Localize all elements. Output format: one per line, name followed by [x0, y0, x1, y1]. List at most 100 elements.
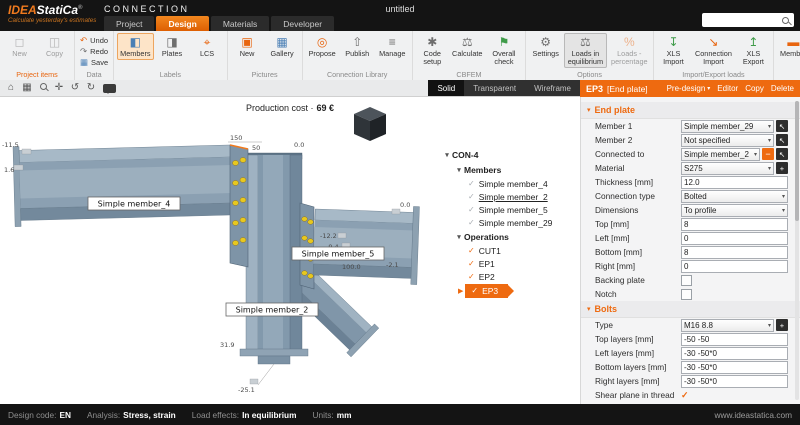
expander-icon[interactable]: ▾ — [454, 166, 464, 174]
member-label-4[interactable]: Simple member_4 — [88, 197, 180, 210]
new-member-button[interactable]: ▬ Member — [777, 33, 800, 60]
mode-solid[interactable]: Solid — [428, 80, 464, 96]
home-view-icon[interactable]: ⌂ — [3, 80, 19, 96]
mode-transparent[interactable]: Transparent — [464, 80, 525, 96]
connected-to-dropdown[interactable]: Simple member_2▾ — [681, 148, 760, 161]
copy-operation-button[interactable]: Copy — [745, 84, 764, 93]
member-label-5[interactable]: Simple member_5 — [292, 247, 384, 260]
bolt-type-dropdown[interactable]: M16 8.8▾ — [681, 319, 774, 332]
section-title: End plate — [595, 105, 636, 115]
xls-export-button[interactable]: ↥ XLS Export — [737, 33, 770, 68]
member-1-pick-button[interactable]: ↖ — [776, 120, 788, 132]
scrollbar-thumb[interactable] — [795, 101, 799, 221]
tree-item-simple-member-4[interactable]: ✓ Simple member_4 — [430, 177, 580, 190]
tree-item-ep3-selected[interactable]: ▶ ✓ EP3 — [430, 283, 580, 298]
left-input[interactable]: 0 — [681, 232, 788, 245]
tab-materials[interactable]: Materials — [211, 16, 269, 31]
right-layers-input[interactable]: -30 -50*0 — [681, 375, 788, 388]
tree-root-con4[interactable]: ▾ CON-4 — [430, 147, 580, 162]
search-input[interactable] — [702, 15, 782, 25]
add-bolt-type-button[interactable]: + — [776, 319, 788, 331]
left-layers-input[interactable]: -30 -50*0 — [681, 347, 788, 360]
expander-icon[interactable]: ▾ — [442, 151, 452, 159]
save-button[interactable]: ▦ Save — [78, 57, 110, 67]
tree-item-simple-member-2[interactable]: ✓ Simple member_2 — [430, 190, 580, 203]
tree-item-simple-member-5[interactable]: ✓ Simple member_5 — [430, 203, 580, 216]
viewport-3d[interactable]: -11.5 1.6 150 50 0.0 0.0 -12.2 -9.4 100.… — [0, 97, 430, 404]
settings-button[interactable]: ⚙ Settings — [529, 33, 562, 60]
publish-button[interactable]: ⇧ Publish — [341, 33, 374, 60]
copy-project-item-button[interactable]: ◫ Copy — [38, 33, 71, 60]
backing-plate-checkbox[interactable] — [681, 275, 692, 286]
section-header-end-plate[interactable]: ▾ End plate — [581, 102, 800, 119]
tab-developer[interactable]: Developer — [271, 16, 334, 31]
operation-panel-header: EP3 [End plate] Pre-design ▾ Editor Copy… — [580, 80, 800, 97]
xls-import-button[interactable]: ↧ XLS Import — [657, 33, 690, 68]
view-cube[interactable] — [354, 107, 386, 141]
member-2-dropdown[interactable]: Not specified▾ — [681, 134, 774, 147]
tree-members-header[interactable]: ▾ Members — [430, 162, 580, 177]
viewport-3d-scene[interactable]: -11.5 1.6 150 50 0.0 0.0 -12.2 -9.4 100.… — [0, 97, 430, 404]
delete-operation-button[interactable]: Delete — [771, 84, 794, 93]
loads-percentage-button[interactable]: % Loads - percentage — [609, 33, 650, 68]
new-project-item-button[interactable]: ◻ New — [3, 33, 36, 60]
rotate-right-icon[interactable]: ↻ — [83, 80, 99, 96]
tree-operations-header[interactable]: ▾ Operations — [430, 229, 580, 244]
search-box[interactable] — [702, 13, 794, 27]
code-setup-button[interactable]: ✱ Code setup — [416, 33, 449, 68]
member-label-2[interactable]: Simple member_2 — [226, 303, 318, 316]
section-collapse-icon[interactable]: ▾ — [587, 305, 591, 313]
tab-design[interactable]: Design — [156, 16, 208, 31]
mode-wireframe[interactable]: Wireframe — [525, 80, 580, 96]
member-1-dropdown[interactable]: Simple member_29▾ — [681, 120, 774, 133]
shear-plane-checkbox-checked[interactable]: ✓ — [681, 390, 689, 401]
zoom-icon[interactable] — [35, 80, 51, 96]
connection-type-dropdown[interactable]: Bolted▾ — [681, 190, 788, 203]
section-header-bolts[interactable]: ▾ Bolts — [581, 301, 800, 318]
thickness-input[interactable]: 12.0 — [681, 176, 788, 189]
editor-button[interactable]: Editor — [717, 84, 738, 93]
calculate-button[interactable]: ⚖ Calculate — [451, 33, 484, 60]
propose-button[interactable]: ◎ Propose — [306, 33, 339, 60]
add-material-button[interactable]: + — [776, 162, 788, 174]
remove-connected-button[interactable]: − — [762, 148, 774, 160]
pan-icon[interactable]: ✛ — [51, 80, 67, 96]
end-plate-left[interactable] — [230, 145, 248, 267]
plates-labels-button[interactable]: ◨ Plates — [156, 33, 189, 60]
bottom-input[interactable]: 8 — [681, 246, 788, 259]
connection-import-button[interactable]: ↘ Connection Import — [692, 33, 735, 68]
member-2-pick-button[interactable]: ↖ — [776, 134, 788, 146]
tree-item-ep2[interactable]: ✓ EP2 — [430, 270, 580, 283]
comment-bubble-icon[interactable] — [103, 84, 116, 93]
notch-checkbox[interactable] — [681, 289, 692, 300]
overall-check-button[interactable]: ⚑ Overall check — [486, 33, 522, 68]
tree-item-ep1[interactable]: ✓ EP1 — [430, 257, 580, 270]
website-link[interactable]: www.ideastatica.com — [715, 410, 792, 420]
lcs-button[interactable]: ⌖ LCS — [191, 33, 224, 60]
top-input[interactable]: 8 — [681, 218, 788, 231]
members-labels-button[interactable]: ◧ Members — [117, 33, 153, 60]
right-input[interactable]: 0 — [681, 260, 788, 273]
bottom-layers-input[interactable]: -30 -50*0 — [681, 361, 788, 374]
top-layers-input[interactable]: -50 -50 — [681, 333, 788, 346]
expander-icon[interactable]: ▾ — [454, 233, 464, 241]
properties-scrollbar[interactable] — [795, 101, 799, 400]
redo-button[interactable]: ↷ Redo — [78, 46, 110, 56]
material-dropdown[interactable]: S275▾ — [681, 162, 774, 175]
grid-view-icon[interactable]: ▦ — [19, 80, 35, 96]
section-collapse-icon[interactable]: ▾ — [587, 106, 591, 114]
left-beam-member[interactable] — [13, 141, 233, 227]
end-plate-right[interactable] — [300, 203, 314, 289]
tab-project[interactable]: Project — [104, 16, 154, 31]
rotate-left-icon[interactable]: ↺ — [67, 80, 83, 96]
new-picture-button[interactable]: ▣ New — [231, 33, 264, 60]
undo-button[interactable]: ↶ Undo — [78, 35, 110, 45]
predesign-button[interactable]: Pre-design — [667, 84, 706, 93]
manage-button[interactable]: ≡ Manage — [376, 33, 409, 60]
tree-item-cut1[interactable]: ✓ CUT1 — [430, 244, 580, 257]
connected-to-pick-button[interactable]: ↖ — [776, 148, 788, 160]
dimensions-dropdown[interactable]: To profile▾ — [681, 204, 788, 217]
tree-item-simple-member-29[interactable]: ✓ Simple member_29 — [430, 216, 580, 229]
loads-in-equilibrium-button[interactable]: ⚖ Loads in equilibrium — [564, 33, 606, 68]
gallery-button[interactable]: ▦ Gallery — [266, 33, 299, 60]
